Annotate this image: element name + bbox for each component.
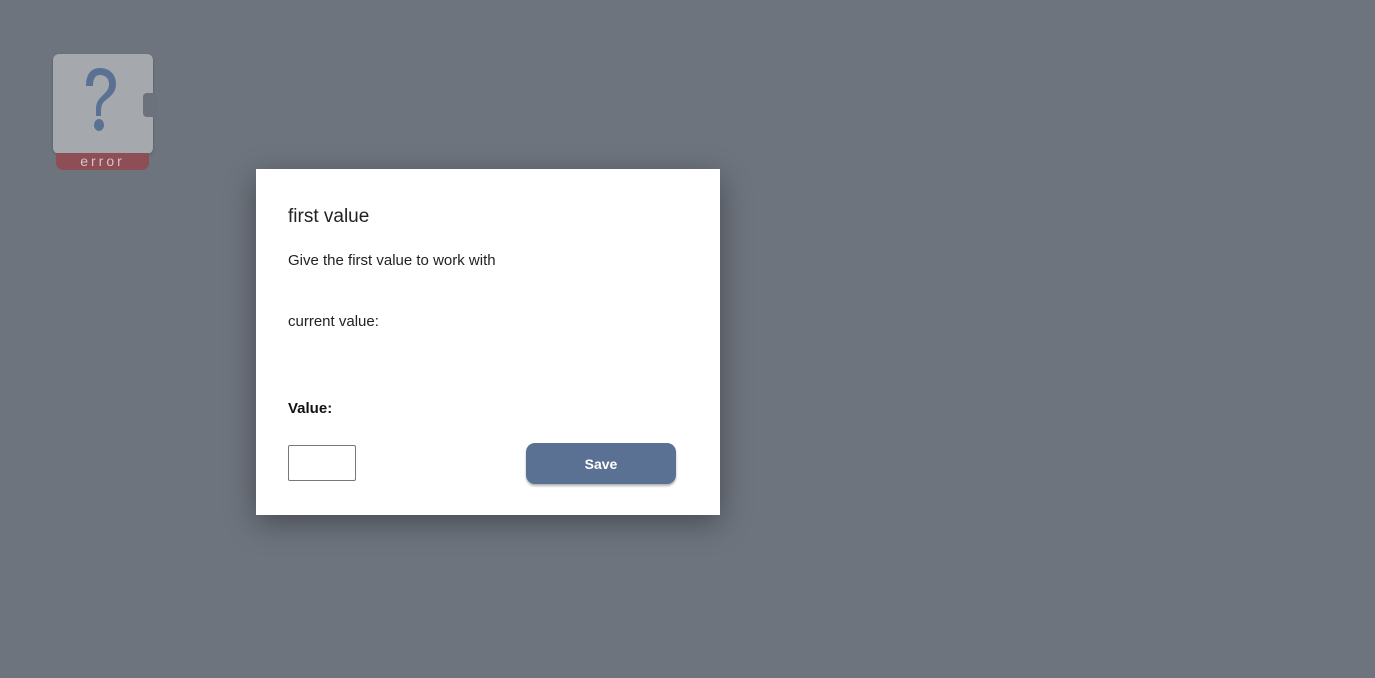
value-input[interactable] xyxy=(288,445,356,481)
node-status-badge: error xyxy=(56,153,149,170)
question-mark-icon xyxy=(86,68,116,131)
dialog-title: first value xyxy=(288,206,370,227)
workflow-node[interactable] xyxy=(53,54,153,154)
value-dialog: first value Give the first value to work… xyxy=(256,169,720,515)
dialog-description: Give the first value to work with xyxy=(288,252,496,269)
value-label: Value: xyxy=(288,400,333,417)
node-output-port[interactable] xyxy=(143,93,157,117)
save-button[interactable]: Save xyxy=(526,443,676,484)
current-value-label: current value: xyxy=(288,313,379,330)
